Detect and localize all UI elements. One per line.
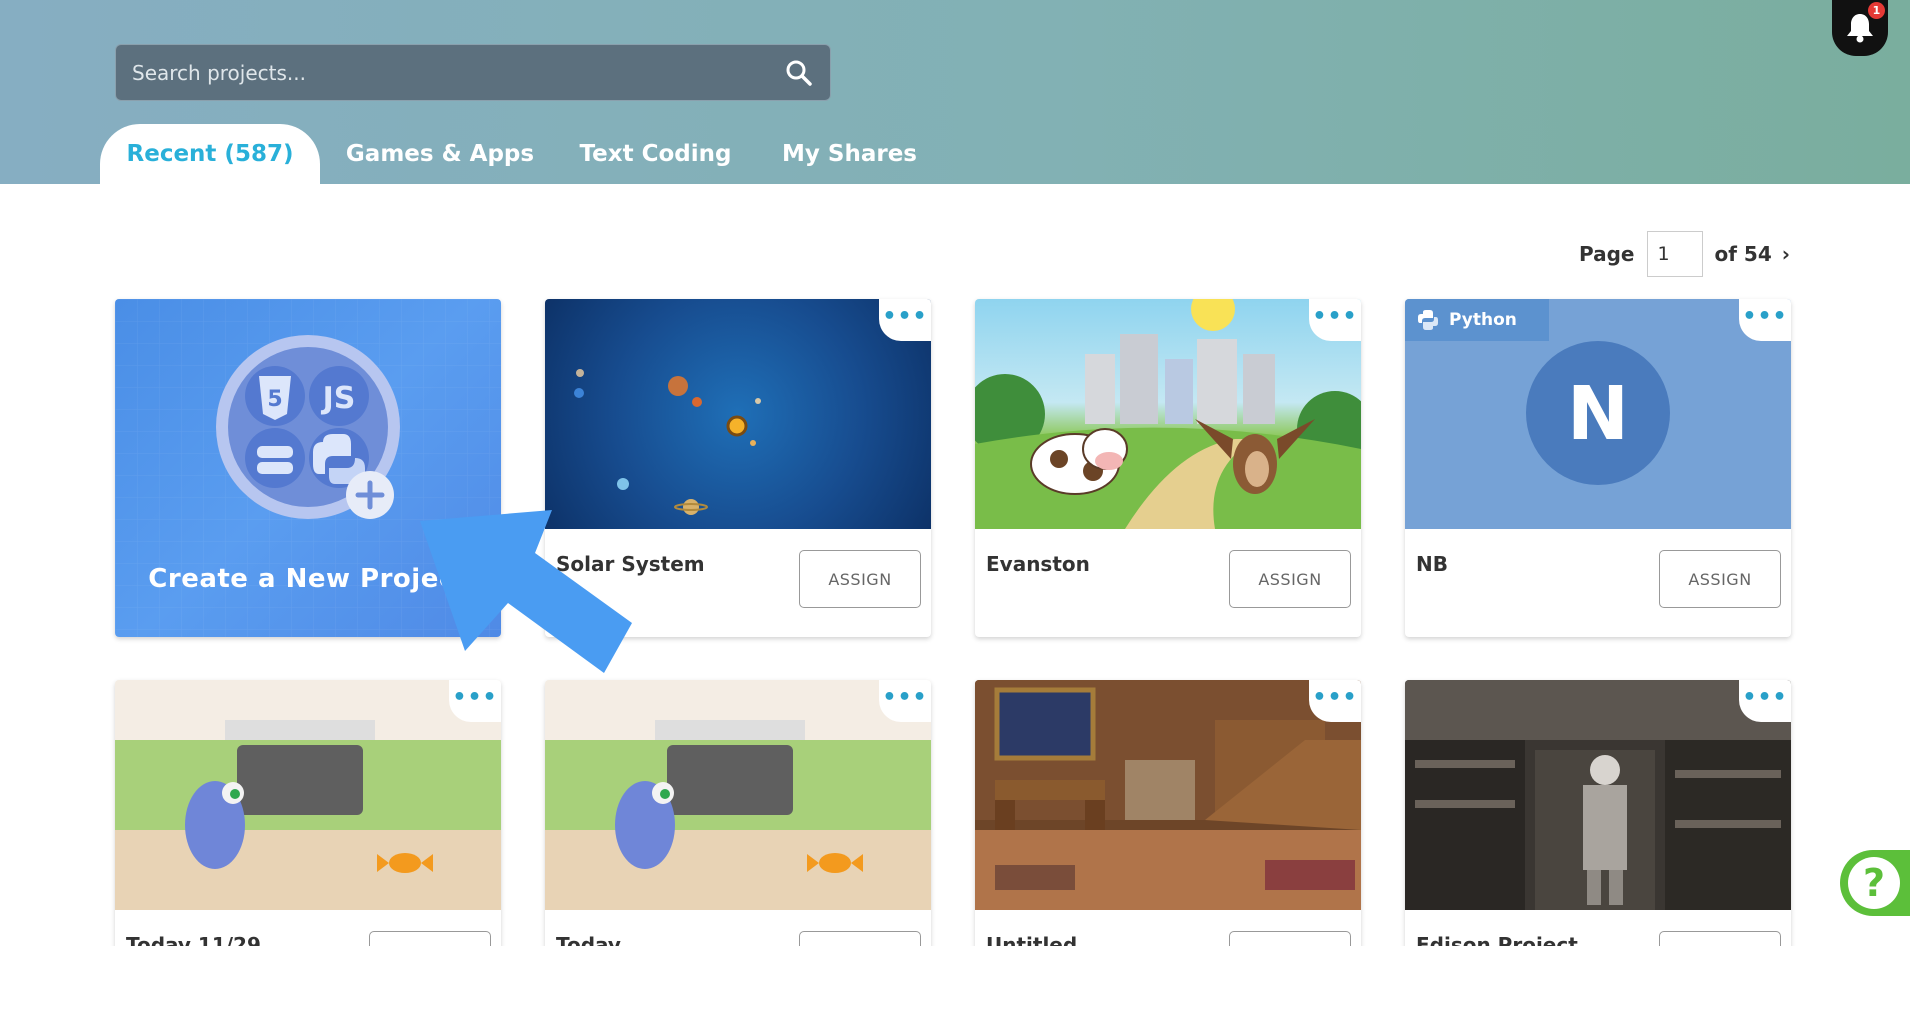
search-icon[interactable]: [784, 58, 814, 88]
project-card[interactable]: N Python ••• NB ASSIGN: [1405, 299, 1791, 637]
project-thumbnail[interactable]: [115, 680, 501, 910]
project-thumbnail[interactable]: [975, 680, 1361, 910]
more-options-button[interactable]: •••: [1309, 680, 1361, 722]
more-options-button[interactable]: •••: [879, 299, 931, 341]
header: 1 Recent (587) Games & Apps Text Coding …: [0, 0, 1910, 184]
more-options-button[interactable]: •••: [1739, 680, 1791, 722]
page-bottom: [0, 946, 1910, 1026]
project-thumbnail[interactable]: [545, 299, 931, 529]
project-thumbnail[interactable]: [1405, 680, 1791, 910]
page-total: of 54: [1714, 242, 1772, 266]
project-title: NB: [1416, 552, 1448, 576]
python-icon: [1418, 310, 1438, 330]
project-title: Evanston: [986, 552, 1090, 576]
assign-button[interactable]: ASSIGN: [1229, 550, 1351, 608]
pagination: Page of 54 ›: [1579, 230, 1790, 278]
more-options-button[interactable]: •••: [1309, 299, 1361, 341]
tab-recent[interactable]: Recent (587): [100, 124, 320, 184]
svg-text:JS: JS: [321, 381, 356, 416]
project-tabs: Recent (587) Games & Apps Text Coding My…: [0, 124, 1000, 184]
page-label: Page: [1579, 242, 1635, 266]
more-options-button[interactable]: •••: [1739, 299, 1791, 341]
project-thumbnail[interactable]: [975, 299, 1361, 529]
help-button[interactable]: ?: [1840, 850, 1910, 916]
pointer-arrow-icon: [420, 510, 632, 673]
notification-badge: 1: [1868, 2, 1885, 19]
tab-text-coding[interactable]: Text Coding: [568, 124, 743, 184]
avatar-letter: N: [1567, 371, 1629, 457]
languages-icon: 5 JS: [216, 335, 400, 519]
project-thumbnail[interactable]: [545, 680, 931, 910]
search-input[interactable]: [132, 45, 772, 100]
help-icon: ?: [1848, 857, 1900, 909]
svg-text:5: 5: [267, 387, 282, 412]
page-number-input[interactable]: [1646, 231, 1703, 277]
language-label: Python: [1449, 310, 1517, 330]
search-box: [115, 44, 831, 101]
more-options-button[interactable]: •••: [879, 680, 931, 722]
next-arrow-icon[interactable]: ›: [1782, 242, 1790, 266]
tab-my-shares[interactable]: My Shares: [772, 124, 927, 184]
tab-games-apps[interactable]: Games & Apps: [340, 124, 540, 184]
assign-button[interactable]: ASSIGN: [799, 550, 921, 608]
more-options-button[interactable]: •••: [449, 680, 501, 722]
notifications-button[interactable]: 1: [1832, 0, 1888, 56]
project-card[interactable]: ••• Evanston ASSIGN: [975, 299, 1361, 637]
language-badge: Python: [1405, 299, 1549, 341]
assign-button[interactable]: ASSIGN: [1659, 550, 1781, 608]
